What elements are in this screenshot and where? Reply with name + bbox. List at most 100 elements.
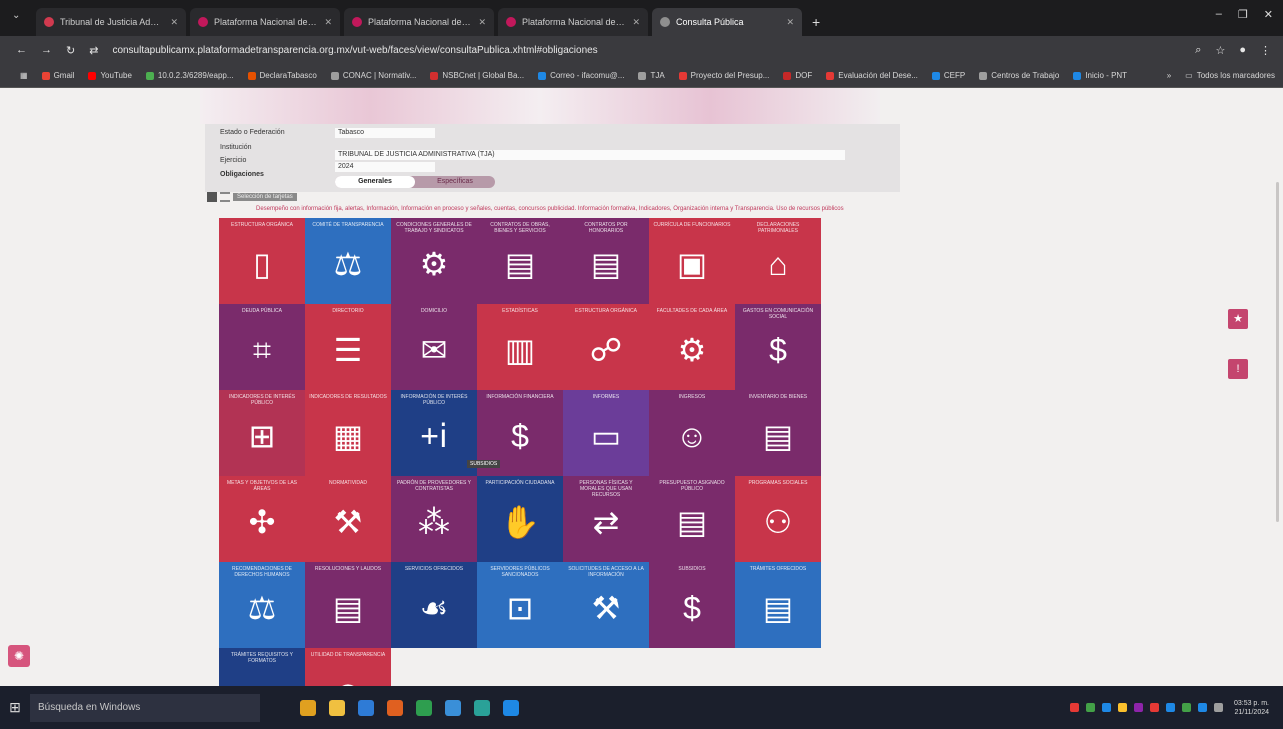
alert-button[interactable]: !	[1228, 359, 1248, 379]
close-tab-icon[interactable]: ✕	[786, 17, 794, 28]
bookmark-item[interactable]: CONAC | Normativ...	[330, 71, 416, 80]
tray-icon[interactable]	[1133, 703, 1143, 712]
taskbar-app-icon[interactable]	[503, 699, 519, 716]
bookmark-item[interactable]: Inicio - PNT	[1073, 71, 1127, 80]
favorite-button[interactable]: ★	[1228, 309, 1248, 329]
browser-tab[interactable]: Plataforma Nacional de Transp... ✕	[190, 8, 340, 36]
obligation-tile[interactable]: Servidores públicos sancionados ⊡	[477, 562, 563, 648]
taskbar-app-icon[interactable]	[358, 699, 374, 716]
bookmark-item[interactable]: Correo - ifacomu@...	[538, 71, 624, 80]
obligation-tile[interactable]: Ingresos ☺	[649, 390, 735, 476]
browser-tab[interactable]: Plataforma Nacional de Transp... ✕	[344, 8, 494, 36]
obligation-tile[interactable]: Presupuesto asignado público ▤	[649, 476, 735, 562]
grid-view-icon[interactable]	[207, 192, 217, 202]
taskbar-app-icon[interactable]	[387, 699, 403, 716]
new-tab-button[interactable]: +	[806, 8, 826, 36]
obligation-tile[interactable]: Metas y objetivos de las áreas ✣	[219, 476, 305, 562]
tray-icon[interactable]	[1181, 703, 1191, 712]
all-bookmarks-folder[interactable]: ▭ Todos los marcadores	[1185, 71, 1283, 80]
clock[interactable]: 03:53 p. m. 21/11/2024	[1234, 699, 1269, 717]
estado-select[interactable]: Tabasco	[335, 128, 435, 138]
back-icon[interactable]: ←	[16, 44, 27, 56]
obligation-tile[interactable]: Comité de Transparencia ⚖	[305, 218, 391, 304]
taskbar-app-icon[interactable]	[474, 699, 490, 716]
profile-icon[interactable]: ●	[1239, 44, 1246, 56]
site-info-icon[interactable]: ⇄	[89, 44, 98, 57]
bookmark-item[interactable]: TJA	[638, 71, 665, 80]
browser-tab[interactable]: Tribunal de Justicia Administr... ✕	[36, 8, 186, 36]
obligation-tile[interactable]: Domicilio ✉	[391, 304, 477, 390]
tray-icon[interactable]	[1117, 703, 1127, 712]
close-tab-icon[interactable]: ✕	[632, 17, 640, 28]
bookmark-item[interactable]: CEFP	[931, 71, 965, 80]
obligation-tile[interactable]: Información de interés público +ⅰ	[391, 390, 477, 476]
tray-icon[interactable]	[1149, 703, 1159, 712]
obligation-tile[interactable]: Trámites ofrecidos ▤	[735, 562, 821, 648]
close-tab-icon[interactable]: ✕	[478, 17, 486, 28]
obligation-tile[interactable]: Personas físicas y morales que usan recu…	[563, 476, 649, 562]
taskbar-app-icon[interactable]	[445, 699, 461, 716]
url-field[interactable]: consultapublicamx.plataformadetransparen…	[112, 45, 1181, 56]
tray-icon[interactable]	[1197, 703, 1207, 712]
obligation-tile[interactable]: Estadísticas ▥	[477, 304, 563, 390]
obligation-tile[interactable]: Gastos en comunicación social $	[735, 304, 821, 390]
obligation-tile[interactable]: Participación ciudadana ✋	[477, 476, 563, 562]
list-view-icon[interactable]	[220, 192, 230, 202]
obligation-tile[interactable]: Utilidad de Transparencia ◎	[305, 648, 391, 686]
windows-start-icon[interactable]: ⊞	[0, 699, 30, 716]
obligation-tile[interactable]: Informes ▭	[563, 390, 649, 476]
obligation-tile[interactable]: Resoluciones y laudos ▤	[305, 562, 391, 648]
more-bookmarks-icon[interactable]: »	[1167, 71, 1171, 80]
bookmark-item[interactable]: Centros de Trabajo	[979, 71, 1059, 80]
obligation-tile[interactable]: Condiciones generales de trabajo y sindi…	[391, 218, 477, 304]
tray-icon[interactable]	[1101, 703, 1111, 712]
taskbar-app-icon[interactable]	[329, 699, 345, 716]
close-tab-icon[interactable]: ✕	[170, 17, 178, 28]
windows-search-field[interactable]: Búsqueda en Windows	[30, 693, 260, 722]
obligation-tile[interactable]: Subsidios $	[649, 562, 735, 648]
obligation-tile[interactable]: Normatividad ⚒	[305, 476, 391, 562]
tray-icon[interactable]	[1069, 703, 1079, 712]
obligation-tile[interactable]: Servicios ofrecidos ☙	[391, 562, 477, 648]
obligation-tile[interactable]: Estructura Orgánica ▯	[219, 218, 305, 304]
tab-search-icon[interactable]: ⌄	[12, 10, 20, 21]
obligation-tile[interactable]: Deuda pública ⌗	[219, 304, 305, 390]
obligation-tile[interactable]: Estructura orgánica ☍	[563, 304, 649, 390]
obligation-tile[interactable]: Facultades de cada área ⚙	[649, 304, 735, 390]
accessibility-icon[interactable]: ✺	[8, 645, 30, 667]
obligation-tile[interactable]: Inventario de bienes ▤	[735, 390, 821, 476]
obligation-tile[interactable]: Padrón de proveedores y contratistas ⁂	[391, 476, 477, 562]
close-tab-icon[interactable]: ✕	[324, 17, 332, 28]
select-cards-button[interactable]: Selección de tarjetas	[233, 193, 297, 201]
obligation-tile[interactable]: Programas sociales ⚇	[735, 476, 821, 562]
bookmark-star-icon[interactable]: ☆	[1215, 44, 1225, 57]
obligation-tile[interactable]: Recomendaciones de derechos humanos ⚖	[219, 562, 305, 648]
maximize-icon[interactable]: ❐	[1238, 8, 1248, 21]
obligation-tile[interactable]: Contratos por honorarios ▤	[563, 218, 649, 304]
tray-icon[interactable]	[1165, 703, 1175, 712]
browser-tab-active[interactable]: Consulta Pública ✕	[652, 8, 802, 36]
browser-menu-icon[interactable]: ⋮	[1260, 44, 1283, 57]
obligation-tile[interactable]: Solicitudes de acceso a la información ⚒	[563, 562, 649, 648]
obligation-tile[interactable]: Declaraciones patrimoniales ⌂	[735, 218, 821, 304]
bookmark-item[interactable]: Evaluación del Dese...	[826, 71, 918, 80]
bookmark-item[interactable]: Gmail	[41, 71, 74, 80]
obligation-tile[interactable]: Contratos de obras, bienes y servicios ▤	[477, 218, 563, 304]
forward-icon[interactable]: →	[41, 44, 52, 56]
reload-icon[interactable]: ↻	[66, 44, 75, 57]
page-scrollbar[interactable]	[1276, 182, 1279, 522]
bookmark-item[interactable]: DOF	[783, 71, 812, 80]
obligation-tile[interactable]: Directorio ☰	[305, 304, 391, 390]
taskbar-app-icon[interactable]	[300, 699, 316, 716]
bookmark-item[interactable]: Proyecto del Presup...	[678, 71, 769, 80]
bookmark-item[interactable]: 10.0.2.3/6289/eapp...	[145, 71, 234, 80]
bookmark-item[interactable]: YouTube	[88, 71, 132, 80]
tray-icon[interactable]	[1213, 703, 1223, 712]
institucion-select[interactable]: TRIBUNAL DE JUSTICIA ADMINISTRATIVA (TJA…	[335, 150, 845, 160]
tab-especificas[interactable]: Específicas	[415, 176, 495, 188]
ejercicio-select[interactable]: 2024	[335, 162, 435, 172]
close-window-icon[interactable]: ✕	[1264, 8, 1273, 21]
minimize-icon[interactable]: –	[1216, 8, 1222, 21]
bookmark-item[interactable]: DeclaraTabasco	[247, 71, 317, 80]
tray-icon[interactable]	[1085, 703, 1095, 712]
